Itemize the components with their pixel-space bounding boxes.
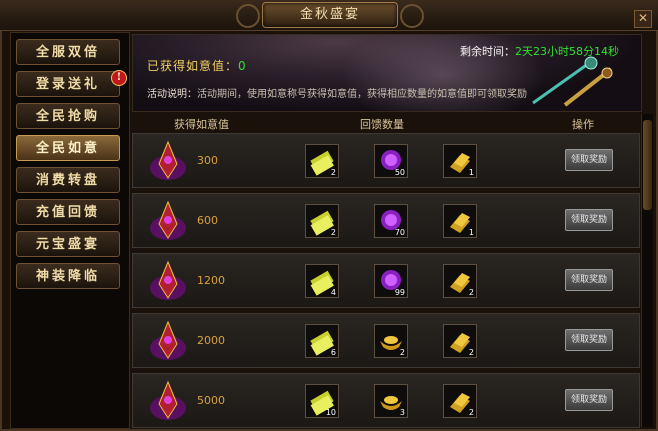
reward-count: 1 — [468, 168, 474, 177]
close-button[interactable]: ✕ — [634, 10, 652, 28]
reward-count: 3 — [399, 408, 405, 417]
sidebar-item-label: 神装降临 — [35, 269, 100, 284]
sidebar-item-label: 登录送礼 — [35, 77, 100, 92]
reward-slot[interactable]: 2 — [374, 324, 408, 358]
weapon-showcase-icon — [532, 56, 613, 107]
gained-value: 0 — [238, 59, 247, 73]
sidebar-item-spin-wheel[interactable]: 消费转盘 — [16, 167, 120, 193]
table-row: 2000 6 2 2 领取奖励 — [132, 313, 640, 368]
reward-slot[interactable]: 3 — [374, 384, 408, 418]
ruyi-threshold: 300 — [197, 154, 218, 167]
reward-slot[interactable]: 1 — [443, 144, 477, 178]
reward-count: 2 — [399, 348, 405, 357]
sidebar-item-label: 全民抢购 — [35, 109, 100, 124]
sidebar-item-ruyi[interactable]: 全民如意 — [16, 135, 120, 161]
reward-slot[interactable]: 2 — [305, 204, 339, 238]
reward-slot[interactable]: 1 — [443, 204, 477, 238]
table-row: 5000 10 3 2 领取奖励 — [132, 373, 640, 428]
reward-slot[interactable]: 70 — [374, 204, 408, 238]
alert-badge-icon: ! — [111, 70, 127, 86]
reward-count: 2 — [330, 168, 336, 177]
reward-count: 2 — [330, 228, 336, 237]
sidebar-item-label: 全民如意 — [35, 141, 100, 156]
header-action: 操作 — [572, 118, 594, 131]
table-row: 300 2 50 1 领取奖励 — [132, 133, 640, 188]
event-description: 活动说明：活动期间，使用如意称号获得如意值，获得相应数量的如意值即可领取奖励 — [147, 85, 527, 100]
ruyi-threshold: 5000 — [197, 394, 225, 407]
ruyi-emblem-icon — [150, 380, 186, 420]
reward-slot[interactable]: 2 — [443, 384, 477, 418]
reward-slot[interactable]: 99 — [374, 264, 408, 298]
ruyi-threshold: 2000 — [197, 334, 225, 347]
ruyi-emblem-icon — [150, 140, 186, 180]
claim-reward-button[interactable]: 领取奖励 — [565, 329, 613, 351]
sidebar-item-recharge[interactable]: 充值回馈 — [16, 199, 120, 225]
claim-reward-button[interactable]: 领取奖励 — [565, 269, 613, 291]
event-banner: 已获得如意值：0 剩余时间：2天23小时58分14秒 活动说明：活动期间，使用如… — [132, 34, 642, 112]
desc-label: 活动说明： — [147, 89, 197, 100]
desc-body: 活动期间，使用如意称号获得如意值，获得相应数量的如意值即可领取奖励 — [197, 89, 527, 100]
reward-slot[interactable]: 2 — [443, 324, 477, 358]
ornament-right-icon — [400, 4, 424, 28]
sidebar-item-label: 消费转盘 — [35, 173, 100, 188]
scrollbar-thumb[interactable] — [643, 120, 652, 210]
reward-count: 50 — [394, 168, 405, 177]
ornament-left-icon — [236, 4, 260, 28]
sidebar-item-login-gift[interactable]: 登录送礼! — [16, 70, 127, 97]
ruyi-emblem-icon — [150, 320, 186, 360]
sidebar-item-label: 元宝盛宴 — [35, 237, 100, 252]
ruyi-threshold: 1200 — [197, 274, 225, 287]
reward-slot[interactable]: 50 — [374, 144, 408, 178]
reward-count: 99 — [394, 288, 405, 297]
ruyi-emblem-icon — [150, 260, 186, 300]
table-header: 获得如意值 回馈数量 操作 — [132, 114, 640, 132]
table-row: 1200 4 99 2 领取奖励 — [132, 253, 640, 308]
sidebar: 全服双倍 登录送礼! 全民抢购 全民如意 消费转盘 充值回馈 元宝盛宴 神装降临 — [10, 32, 130, 429]
claim-reward-button[interactable]: 领取奖励 — [565, 389, 613, 411]
reward-count: 1 — [468, 228, 474, 237]
remain-label: 剩余时间： — [460, 45, 515, 58]
gained-label: 已获得如意值：0 — [147, 57, 247, 74]
reward-count: 6 — [330, 348, 336, 357]
reward-slot[interactable]: 4 — [305, 264, 339, 298]
reward-count: 4 — [330, 288, 336, 297]
window-title: 金秋盛宴 — [262, 2, 398, 28]
claim-reward-button[interactable]: 领取奖励 — [565, 209, 613, 231]
table-row: 600 2 70 1 领取奖励 — [132, 193, 640, 248]
gained-label-text: 已获得如意值： — [147, 59, 239, 73]
sidebar-item-double[interactable]: 全服双倍 — [16, 39, 120, 65]
reward-slot[interactable]: 10 — [305, 384, 339, 418]
reward-count: 2 — [468, 288, 474, 297]
reward-slot[interactable]: 2 — [443, 264, 477, 298]
sidebar-item-divine-gear[interactable]: 神装降临 — [16, 263, 120, 289]
sidebar-item-yuanbao[interactable]: 元宝盛宴 — [16, 231, 120, 257]
ruyi-threshold: 600 — [197, 214, 218, 227]
header-reward-count: 回馈数量 — [360, 118, 404, 131]
claim-reward-button[interactable]: 领取奖励 — [565, 149, 613, 171]
reward-count: 2 — [468, 408, 474, 417]
ruyi-emblem-icon — [150, 200, 186, 240]
reward-list: 300 2 50 1 领取奖励 600 2 70 1 领取奖励 1200 4 9… — [132, 133, 640, 431]
reward-count: 10 — [325, 408, 336, 417]
reward-count: 70 — [394, 228, 405, 237]
reward-count: 2 — [468, 348, 474, 357]
scrollbar[interactable] — [641, 114, 653, 427]
sidebar-item-flash-sale[interactable]: 全民抢购 — [16, 103, 120, 129]
reward-slot[interactable]: 2 — [305, 144, 339, 178]
sidebar-item-label: 充值回馈 — [35, 205, 100, 220]
sidebar-item-label: 全服双倍 — [35, 45, 100, 60]
title-bar: 金秋盛宴 — [0, 0, 658, 31]
reward-slot[interactable]: 6 — [305, 324, 339, 358]
header-ruyi-value: 获得如意值 — [174, 118, 229, 131]
